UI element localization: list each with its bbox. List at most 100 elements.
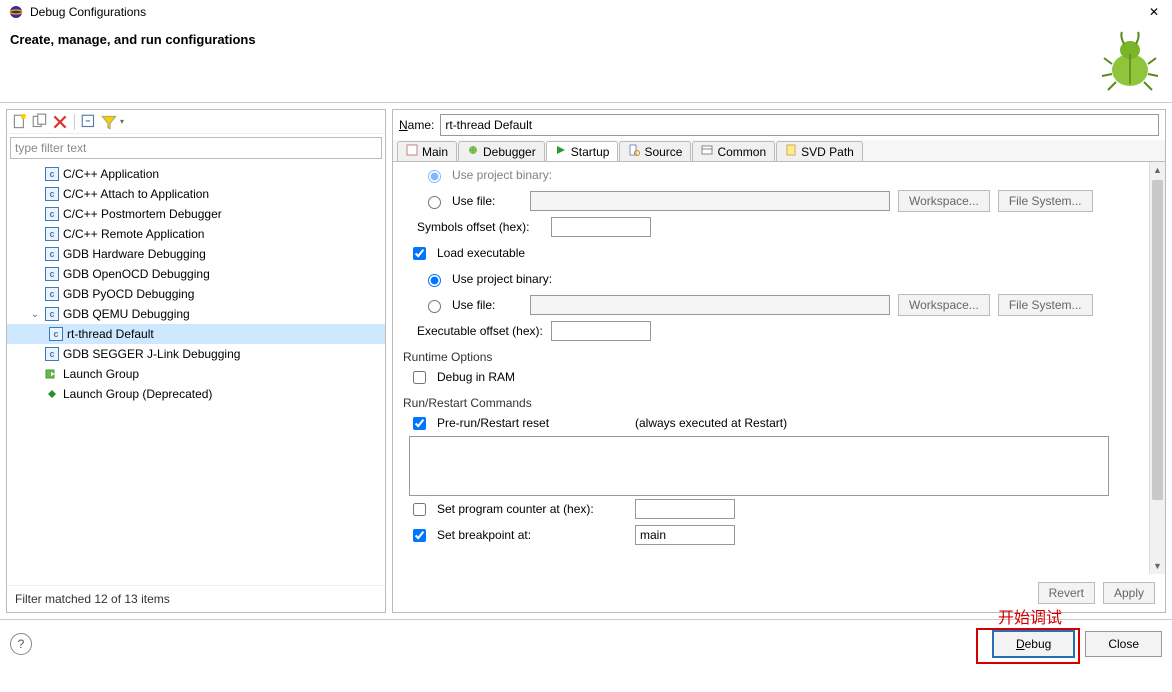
config-tab-bar: Main Debugger Startup Source Common SVD Path — [393, 140, 1165, 162]
tree-item[interactable]: cGDB OpenOCD Debugging — [7, 264, 385, 284]
c-config-icon: c — [45, 307, 59, 321]
tree-item[interactable]: cGDB Hardware Debugging — [7, 244, 385, 264]
executable-offset-input[interactable] — [551, 321, 651, 341]
toolbar-dropdown-icon[interactable]: ▾ — [120, 117, 124, 126]
scroll-up-icon[interactable]: ▲ — [1150, 162, 1165, 178]
new-config-icon[interactable] — [11, 113, 29, 131]
exec-use-project-binary-radio[interactable] — [428, 274, 441, 287]
tree-item-label: C/C++ Remote Application — [63, 227, 204, 241]
tab-icon — [701, 144, 713, 159]
pre-run-reset-label: Pre-run/Restart reset — [437, 416, 627, 430]
exec-workspace-button[interactable]: Workspace... — [898, 294, 990, 316]
tree-item-label: C/C++ Postmortem Debugger — [63, 207, 222, 221]
symbols-use-file-label: Use file: — [452, 194, 522, 208]
config-tree[interactable]: cC/C++ ApplicationcC/C++ Attach to Appli… — [7, 162, 385, 585]
c-config-icon: c — [45, 287, 59, 301]
debug-button[interactable]: Debug — [992, 630, 1075, 658]
tab-label: Startup — [571, 145, 610, 159]
scroll-thumb[interactable] — [1152, 180, 1163, 500]
c-config-icon: c — [45, 227, 59, 241]
tree-item[interactable]: c C/C++ Remote Application — [7, 224, 385, 244]
config-editor-panel: Name: Main Debugger Startup Source Common SVD… — [392, 109, 1166, 613]
duplicate-config-icon[interactable] — [31, 113, 49, 131]
config-toolbar: ▾ — [7, 110, 385, 134]
filter-icon[interactable] — [100, 113, 118, 131]
tab-svd-path[interactable]: SVD Path — [776, 141, 863, 161]
symbols-offset-input[interactable] — [551, 217, 651, 237]
apply-button[interactable]: Apply — [1103, 582, 1155, 604]
dialog-subtitle: Create, manage, and run configurations — [10, 32, 1162, 47]
delete-config-icon[interactable] — [51, 113, 69, 131]
tab-label: Debugger — [483, 145, 536, 159]
set-breakpoint-checkbox[interactable] — [413, 529, 426, 542]
tree-item[interactable]: Launch Group — [7, 364, 385, 384]
filter-text-input[interactable] — [10, 137, 382, 159]
symbols-use-project-binary-radio[interactable] — [428, 170, 441, 183]
tree-item[interactable]: cGDB PyOCD Debugging — [7, 284, 385, 304]
set-breakpoint-input[interactable] — [635, 525, 735, 545]
tab-common[interactable]: Common — [692, 141, 775, 161]
chevron-down-icon[interactable]: ⌄ — [29, 309, 41, 320]
set-breakpoint-label: Set breakpoint at: — [437, 528, 627, 542]
load-executable-label: Load executable — [437, 246, 525, 260]
debug-in-ram-label: Debug in RAM — [437, 370, 515, 384]
startup-tab-content: Use project binary: Use file: Workspace.… — [393, 162, 1165, 574]
set-pc-input[interactable] — [635, 499, 735, 519]
close-button[interactable]: Close — [1085, 631, 1162, 657]
executable-offset-label: Executable offset (hex): — [403, 324, 543, 338]
tree-item[interactable]: Launch Group (Deprecated) — [7, 384, 385, 404]
tab-main[interactable]: Main — [397, 141, 457, 161]
always-executed-note: (always executed at Restart) — [635, 416, 787, 430]
tab-startup[interactable]: Startup — [546, 141, 619, 161]
pre-run-reset-checkbox[interactable] — [413, 417, 426, 430]
tree-item-label: rt-thread Default — [67, 327, 154, 341]
run-restart-commands-textarea[interactable] — [409, 436, 1109, 496]
tree-item-label: Launch Group (Deprecated) — [63, 387, 212, 401]
content-scrollbar[interactable]: ▲ ▼ — [1149, 162, 1165, 574]
tab-label: Main — [422, 145, 448, 159]
window-close-button[interactable]: ✕ — [1144, 5, 1164, 19]
tab-icon — [467, 144, 479, 159]
symbols-use-file-radio[interactable] — [428, 196, 441, 209]
collapse-all-icon[interactable] — [80, 113, 98, 131]
exec-filesystem-button[interactable]: File System... — [998, 294, 1093, 316]
tree-item-label: GDB SEGGER J-Link Debugging — [63, 347, 240, 361]
symbols-use-project-binary-label: Use project binary: — [452, 168, 552, 182]
tab-debugger[interactable]: Debugger — [458, 141, 545, 161]
c-config-icon: c — [45, 267, 59, 281]
c-config-icon: c — [45, 187, 59, 201]
c-config-icon: c — [45, 347, 59, 361]
symbols-file-path-input — [530, 191, 890, 211]
load-executable-checkbox[interactable] — [413, 247, 426, 260]
dialog-header: Create, manage, and run configurations — [0, 24, 1172, 102]
tree-item[interactable]: ⌄cGDB QEMU Debugging — [7, 304, 385, 324]
tree-item-label: Launch Group — [63, 367, 139, 381]
scroll-down-icon[interactable]: ▼ — [1150, 558, 1165, 574]
symbols-filesystem-button[interactable]: File System... — [998, 190, 1093, 212]
tree-item[interactable]: c GDB SEGGER J-Link Debugging — [7, 344, 385, 364]
revert-button[interactable]: Revert — [1038, 582, 1095, 604]
window-title: Debug Configurations — [30, 5, 1144, 19]
tab-label: Source — [644, 145, 682, 159]
launch-group-icon — [45, 367, 59, 381]
help-button[interactable]: ? — [10, 633, 32, 655]
tree-item[interactable]: cC/C++ Postmortem Debugger — [7, 204, 385, 224]
exec-use-file-label: Use file: — [452, 298, 522, 312]
bug-hero-icon — [1098, 30, 1162, 94]
debug-in-ram-checkbox[interactable] — [413, 371, 426, 384]
tree-item[interactable]: c rt-thread Default — [7, 324, 385, 344]
config-name-input[interactable] — [440, 114, 1159, 136]
set-pc-checkbox[interactable] — [413, 503, 426, 516]
name-label: Name: — [399, 118, 434, 132]
tab-source[interactable]: Source — [619, 141, 691, 161]
eclipse-icon — [8, 4, 24, 20]
c-config-icon: c — [49, 327, 63, 341]
tree-item[interactable]: cC/C++ Attach to Application — [7, 184, 385, 204]
exec-use-file-radio[interactable] — [428, 300, 441, 313]
symbols-workspace-button[interactable]: Workspace... — [898, 190, 990, 212]
filter-status: Filter matched 12 of 13 items — [7, 585, 385, 612]
tab-icon — [785, 144, 797, 159]
tree-item[interactable]: cC/C++ Application — [7, 164, 385, 184]
title-bar: Debug Configurations ✕ — [0, 0, 1172, 24]
tab-label: SVD Path — [801, 145, 854, 159]
